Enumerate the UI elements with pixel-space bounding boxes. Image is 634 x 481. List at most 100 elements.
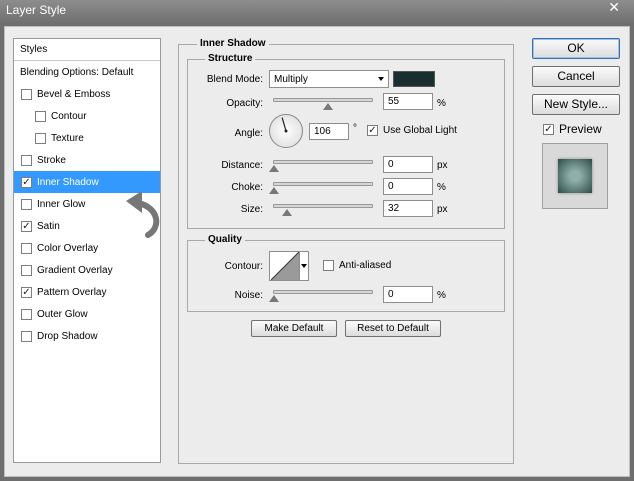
distance-unit: px [437,160,448,171]
blend-mode-select[interactable]: Multiply [269,70,389,88]
style-item-checkbox[interactable] [35,132,46,144]
angle-unit: ° [353,123,357,134]
structure-title: Structure [205,53,256,64]
style-item-label: Satin [37,220,60,232]
make-default-button[interactable]: Make Default [251,320,337,337]
distance-slider[interactable] [269,160,373,172]
style-item-label: Stroke [37,154,66,166]
style-item-label: Inner Shadow [37,176,99,188]
angle-needle-icon [281,117,288,133]
noise-slider-thumb[interactable] [269,295,279,302]
linear-contour-icon [271,252,299,280]
opacity-slider-thumb[interactable] [322,103,333,110]
style-item-checkbox[interactable]: ✓ [21,286,32,298]
style-item-checkbox[interactable] [21,308,32,320]
distance-label: Distance: [221,160,263,171]
style-item-checkbox[interactable] [21,242,32,254]
style-item-checkbox[interactable] [21,264,32,276]
close-icon[interactable]: ✕ [608,0,620,16]
style-item-checkbox[interactable] [35,110,46,122]
angle-dial[interactable] [269,114,303,148]
style-item-contour[interactable]: Contour [14,105,160,127]
ok-button[interactable]: OK [532,38,620,59]
opacity-slider[interactable] [273,98,373,110]
style-item-label: Contour [51,110,87,122]
style-item-checkbox[interactable] [21,154,32,166]
choke-slider-thumb[interactable] [269,187,279,194]
curved-arrow-icon [126,191,160,238]
choke-field[interactable]: 0 [383,178,433,195]
noise-label: Noise: [234,290,263,301]
style-item-texture[interactable]: Texture [14,127,160,149]
styles-header[interactable]: Styles [14,39,160,61]
title-bar[interactable]: Layer Style ✕ [0,0,634,23]
style-item-bevel-emboss[interactable]: Bevel & Emboss [14,83,160,105]
quality-title: Quality [205,234,245,245]
preview-box[interactable]: ✓ [543,123,554,135]
style-item-checkbox[interactable] [21,330,32,342]
style-item-blending-options-default[interactable]: Blending Options: Default [14,61,160,83]
choke-label: Choke: [231,182,263,193]
distance-slider-thumb[interactable] [269,165,279,172]
style-item-label: Outer Glow [37,308,88,320]
style-item-label: Pattern Overlay [37,286,107,298]
style-item-drop-shadow[interactable]: Drop Shadow [14,325,160,347]
size-unit: px [437,204,448,215]
size-field[interactable]: 32 [383,200,433,217]
use-global-light-checkbox[interactable]: ✓ Use Global Light [367,125,457,136]
style-item-label: Color Overlay [37,242,99,254]
anti-aliased-checkbox[interactable]: Anti-aliased [323,260,391,271]
choke-slider[interactable] [269,182,373,194]
angle-label: Angle: [234,128,263,139]
style-item-checkbox[interactable]: ✓ [21,220,32,232]
style-item-pattern-overlay[interactable]: ✓ Pattern Overlay [14,281,160,303]
style-item-checkbox[interactable] [21,88,32,100]
reset-to-default-button[interactable]: Reset to Default [345,320,441,337]
styles-list: Styles Blending Options: Default Bevel & … [13,38,161,463]
style-item-label: Gradient Overlay [37,264,113,276]
style-item-checkbox[interactable]: ✓ [21,176,32,188]
opacity-field[interactable]: 55 [383,93,433,110]
angle-field[interactable]: 106 [309,123,349,140]
inner-shadow-title: Inner Shadow [197,38,269,49]
use-global-light-label: Use Global Light [383,125,457,136]
choke-unit: % [437,182,446,193]
preview-checkbox[interactable]: ✓ Preview [543,122,602,136]
opacity-label: Opacity: [226,98,263,109]
style-item-label: Bevel & Emboss [37,88,111,100]
contour-label: Contour: [224,261,263,272]
contour-dropdown[interactable] [299,252,308,280]
style-item-label: Texture [51,132,84,144]
size-slider[interactable] [273,204,373,216]
preview-label: Preview [559,122,602,136]
anti-aliased-label: Anti-aliased [339,260,392,271]
style-item-stroke[interactable]: Stroke [14,149,160,171]
noise-field[interactable]: 0 [383,286,433,303]
opacity-unit: % [437,98,446,109]
quality-group [187,240,505,312]
style-item-label: Inner Glow [37,198,86,210]
noise-unit: % [437,290,446,301]
style-item-label: Blending Options: Default [20,66,134,78]
chevron-down-icon [378,77,384,81]
style-item-color-overlay[interactable]: Color Overlay [14,237,160,259]
cancel-button[interactable]: Cancel [532,66,620,87]
new-style-button[interactable]: New Style... [532,94,620,115]
window-title: Layer Style [6,3,67,17]
styles-header-label: Styles [20,44,48,55]
blend-mode-label: Blend Mode: [206,74,263,85]
contour-picker[interactable] [269,251,309,281]
style-item-gradient-overlay[interactable]: Gradient Overlay [14,259,160,281]
noise-slider[interactable] [269,290,373,302]
use-global-light-box[interactable]: ✓ [367,125,378,136]
shadow-color-swatch[interactable] [393,71,435,87]
distance-field[interactable]: 0 [383,156,433,173]
style-preview [542,143,608,209]
style-item-checkbox[interactable] [21,198,32,210]
layer-style-dialog: Styles Blending Options: Default Bevel & … [4,26,630,477]
blend-mode-value: Multiply [274,74,308,85]
preview-swatch [558,159,592,193]
style-item-outer-glow[interactable]: Outer Glow [14,303,160,325]
size-slider-thumb[interactable] [281,209,292,216]
anti-aliased-box[interactable] [323,260,334,271]
